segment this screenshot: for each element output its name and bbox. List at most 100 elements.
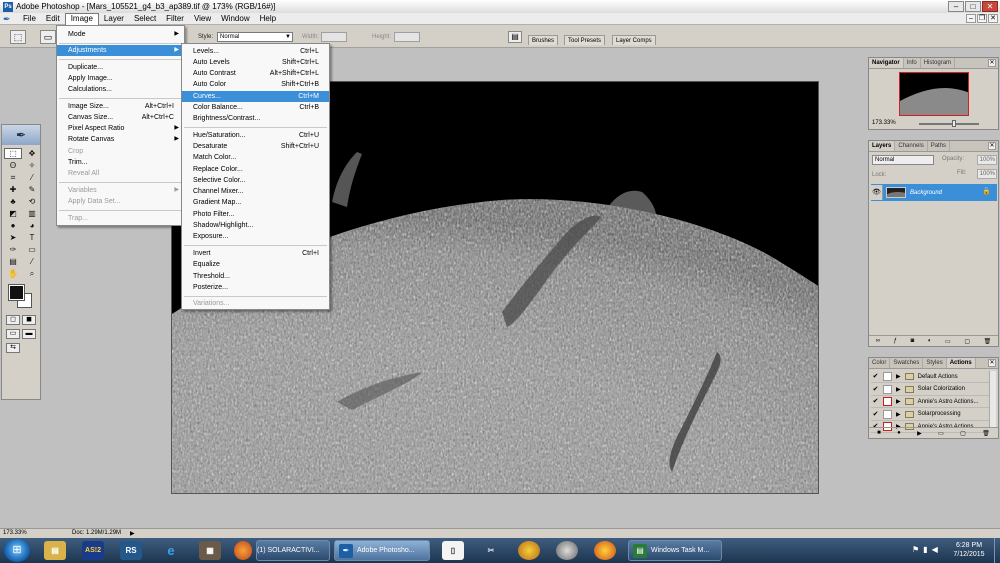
document-icon[interactable]: ▯	[442, 541, 464, 560]
trash-icon[interactable]: 🗑	[982, 430, 990, 437]
expand-triangle-icon[interactable]: ▶	[896, 386, 901, 393]
paint-icon[interactable]	[518, 541, 540, 560]
network-icon[interactable]: ▮	[923, 545, 927, 554]
adjustments-item-brightness-contrast[interactable]: Brightness/Contrast...	[182, 113, 329, 124]
dodge-tool-icon[interactable]: ◕	[23, 220, 41, 231]
foreground-color-swatch[interactable]	[8, 284, 25, 301]
menu-filter[interactable]: Filter	[161, 13, 189, 25]
standard-mode-icon[interactable]: ◻	[6, 315, 20, 325]
volume-icon[interactable]: ◀	[932, 545, 938, 554]
new-set-icon[interactable]: ▭	[938, 430, 944, 437]
action-set-row[interactable]: ✔ ▶ Default Actions	[871, 371, 989, 383]
adjustments-item-auto-contrast[interactable]: Auto Contrast Alt+Shift+Ctrl+L	[182, 68, 329, 79]
well-tab-layer-comps[interactable]: Layer Comps	[612, 35, 656, 45]
tab-navigator[interactable]: Navigator	[869, 58, 904, 68]
tab-color[interactable]: Color	[869, 358, 891, 368]
doc-minimize-button[interactable]: –	[966, 14, 976, 23]
path-selection-tool-icon[interactable]: ➤	[4, 232, 22, 243]
navigator-slider-handle[interactable]	[952, 120, 956, 127]
magic-wand-tool-icon[interactable]: ✧	[23, 160, 41, 171]
menu-view[interactable]: View	[189, 13, 216, 25]
dialog-toggle[interactable]	[883, 409, 892, 419]
navigator-zoom-slider[interactable]	[919, 123, 979, 125]
notes-tool-icon[interactable]: ▤	[4, 256, 22, 267]
crop-tool-icon[interactable]: ⌗	[4, 172, 22, 183]
shape-tool-icon[interactable]: ▭	[23, 244, 41, 255]
menu-select[interactable]: Select	[129, 13, 161, 25]
autostakkert-icon[interactable]: AS!2	[82, 541, 104, 560]
adjustments-item-equalize[interactable]: Equalize	[182, 259, 329, 270]
action-set-row[interactable]: ✔ ▶ Annie's Astro Actions...	[871, 396, 989, 408]
menu-window[interactable]: Window	[216, 13, 254, 25]
adjustments-item-channel-mixer[interactable]: Channel Mixer...	[182, 186, 329, 197]
status-menu-icon[interactable]: ▶	[130, 530, 135, 537]
tab-swatches[interactable]: Swatches	[890, 358, 924, 368]
trash-icon[interactable]: 🗑	[984, 338, 992, 345]
layer-mask-icon[interactable]: ◙	[911, 338, 915, 344]
height-input[interactable]	[394, 32, 420, 42]
new-group-icon[interactable]: ▭	[945, 338, 951, 345]
well-tab-tool-presets[interactable]: Tool Presets	[564, 35, 606, 45]
task-windows-task-manager[interactable]: ▤ Windows Task M...	[628, 540, 722, 561]
image-menu-item-duplicate[interactable]: Duplicate...	[57, 62, 184, 73]
close-icon[interactable]: ✕	[988, 142, 996, 150]
menu-edit[interactable]: Edit	[41, 13, 65, 25]
zoom-tool-icon[interactable]: ⌕	[23, 268, 41, 279]
tab-paths[interactable]: Paths	[928, 141, 951, 151]
new-action-icon[interactable]: ▢	[960, 430, 966, 437]
media-app-icon[interactable]: ▦	[199, 541, 221, 560]
navigator-thumbnail[interactable]	[899, 72, 969, 116]
adjustments-item-auto-color[interactable]: Auto Color Shift+Ctrl+B	[182, 79, 329, 90]
tab-actions[interactable]: Actions	[946, 358, 976, 368]
width-input[interactable]	[321, 32, 347, 42]
adjustments-item-posterize[interactable]: Posterize...	[182, 282, 329, 293]
actions-scrollbar[interactable]	[989, 371, 996, 427]
move-tool-icon[interactable]: ✥	[23, 148, 41, 159]
start-button[interactable]: ⊞	[4, 539, 30, 562]
action-set-row[interactable]: ✔ ▶ Solarprocessing	[871, 409, 989, 421]
menu-file[interactable]: File	[18, 13, 41, 25]
expand-triangle-icon[interactable]: ▶	[896, 373, 901, 380]
action-set-row[interactable]: ✔ ▶ Solar Colorization	[871, 384, 989, 396]
firefox-alt-icon[interactable]	[594, 541, 616, 560]
helmet-icon[interactable]	[556, 541, 578, 560]
tab-layers[interactable]: Layers	[869, 141, 896, 151]
adjustments-item-selective-color[interactable]: Selective Color...	[182, 175, 329, 186]
navigator-zoom-value[interactable]: 173.33%	[872, 120, 896, 126]
adjustments-item-auto-levels[interactable]: Auto Levels Shift+Ctrl+L	[182, 57, 329, 68]
maximize-button[interactable]: □	[965, 1, 981, 12]
blend-mode-select[interactable]: Normal	[872, 155, 934, 165]
task-solaractivity[interactable]: (1) SOLARACTIVI...	[256, 540, 330, 561]
tool-icon[interactable]: ✂	[480, 541, 502, 560]
minimize-button[interactable]: –	[948, 1, 964, 12]
pen-tool-icon[interactable]: ✑	[4, 244, 22, 255]
adjustments-item-desaturate[interactable]: Desaturate Shift+Ctrl+U	[182, 141, 329, 152]
status-zoom[interactable]: 173.33%	[3, 530, 27, 536]
adjustments-item-shadow-highlight[interactable]: Shadow/Highlight...	[182, 220, 329, 231]
adobe-online-feather-icon[interactable]: ✒	[2, 125, 40, 145]
close-icon[interactable]: ✕	[988, 59, 996, 67]
lasso-tool-icon[interactable]: ʘ	[4, 160, 22, 171]
menu-help[interactable]: Help	[255, 13, 281, 25]
doc-restore-button[interactable]: ❐	[977, 14, 987, 23]
history-brush-tool-icon[interactable]: ⟲	[23, 196, 41, 207]
adjustments-item-curves[interactable]: Curves... Ctrl+M	[182, 91, 329, 102]
image-menu-item-adjustments[interactable]: Adjustments ▶	[57, 45, 184, 56]
show-desktop-button[interactable]	[994, 538, 1000, 563]
tab-histogram[interactable]: Histogram	[921, 58, 956, 68]
adjustments-item-photo-filter[interactable]: Photo Filter...	[182, 209, 329, 220]
dialog-toggle[interactable]	[883, 372, 892, 381]
style-select[interactable]: Normal ▼	[217, 32, 293, 42]
expand-triangle-icon[interactable]: ▶	[896, 411, 901, 418]
layer-style-icon[interactable]: ƒ	[894, 338, 897, 344]
checkmark-icon[interactable]: ✔	[871, 410, 880, 419]
marquee-preset-icon[interactable]: ⬚	[10, 30, 26, 44]
hand-tool-icon[interactable]: ✋	[4, 268, 22, 279]
image-menu-item-mode[interactable]: Mode ▶	[57, 29, 184, 40]
tab-styles[interactable]: Styles	[923, 358, 947, 368]
gradient-tool-icon[interactable]: ▥	[23, 208, 41, 219]
firefox-icon[interactable]	[234, 541, 252, 560]
well-tab-brushes[interactable]: Brushes	[528, 35, 559, 45]
adjustments-item-match-color[interactable]: Match Color...	[182, 152, 329, 163]
healing-brush-tool-icon[interactable]: ✚	[4, 184, 22, 195]
